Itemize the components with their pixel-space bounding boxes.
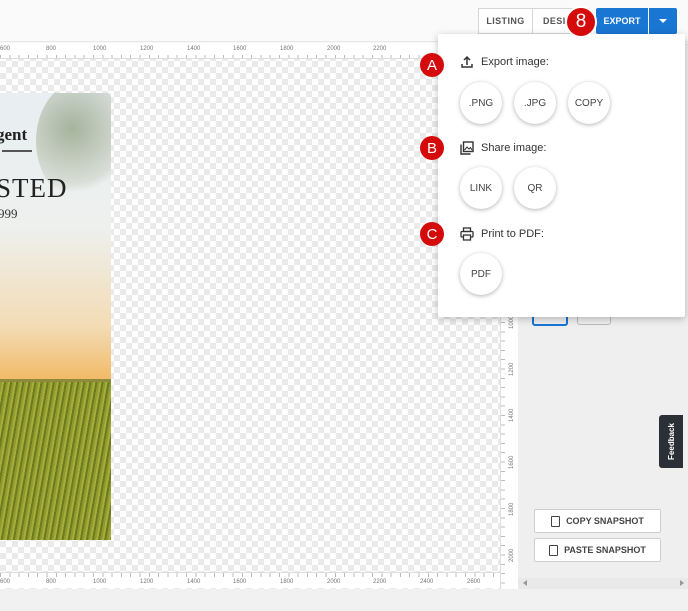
flyer-price: 999: [0, 206, 18, 221]
ruler-label: 600: [0, 46, 11, 52]
ruler-label: 1600: [233, 579, 247, 585]
share-image-header: Share image:: [460, 141, 546, 155]
ruler-label: 1400: [509, 408, 515, 422]
ruler-label: 800: [46, 46, 57, 52]
ruler-label: 2200: [373, 579, 387, 585]
step-marker: 8: [565, 6, 597, 38]
copy-icon: [551, 515, 561, 527]
ruler-label: 1200: [509, 362, 515, 376]
ruler-label: 1000: [93, 579, 107, 585]
wheat-field: [0, 382, 111, 540]
layout-option[interactable]: [577, 316, 611, 325]
ruler-label: 1200: [140, 579, 154, 585]
scroll-right-icon[interactable]: [680, 580, 684, 586]
export-image-header: Export image:: [460, 55, 549, 69]
tab-listing[interactable]: LISTING: [478, 8, 533, 34]
clipboard-icon: [549, 544, 559, 556]
ruler-label: 800: [46, 579, 57, 585]
layout-option-selected[interactable]: [532, 316, 568, 326]
export-button[interactable]: EXPORT: [596, 8, 648, 34]
ruler-label: 1400: [187, 579, 201, 585]
ruler-label: 1800: [280, 46, 294, 52]
listing-flyer-image[interactable]: gent STED 999: [0, 93, 111, 540]
share-image-label: Share image:: [481, 142, 547, 154]
ruler-label: 2400: [420, 579, 434, 585]
horizontal-scrollbar[interactable]: [518, 578, 688, 589]
ruler-label: 2000: [327, 46, 341, 52]
copy-snapshot-button[interactable]: COPY SNAPSHOT: [534, 509, 661, 533]
ruler-label: 1600: [509, 455, 515, 469]
export-image-label: Export image:: [481, 56, 549, 68]
ruler-label: 600: [0, 579, 11, 585]
ruler-label: 2600: [467, 579, 481, 585]
agent-tagline: [2, 150, 32, 152]
marker-b: B: [420, 136, 444, 160]
export-jpg-button[interactable]: .JPG: [514, 82, 556, 124]
share-link-button[interactable]: LINK: [460, 167, 502, 209]
marker-a: A: [420, 53, 444, 77]
upload-icon: [461, 55, 473, 68]
flyer-headline: STED: [0, 173, 68, 203]
feedback-tab[interactable]: Feedback: [659, 415, 683, 468]
ruler-label: 2000: [509, 548, 515, 562]
footer-bar: [0, 589, 688, 611]
copy-snapshot-label: COPY SNAPSHOT: [566, 516, 644, 526]
feedback-label: Feedback: [666, 423, 676, 460]
ruler-label: 1400: [187, 46, 201, 52]
ruler-label: 2000: [327, 579, 341, 585]
share-qr-button[interactable]: QR: [514, 167, 556, 209]
ruler-label: 1800: [280, 579, 294, 585]
marker-c: C: [420, 222, 444, 246]
print-pdf-label: Print to PDF:: [481, 228, 544, 240]
ruler-label: 1000: [509, 315, 515, 329]
printer-icon: [460, 227, 474, 241]
export-menu: Export image: .PNG .JPG COPY Share image…: [438, 34, 685, 317]
print-pdf-button[interactable]: PDF: [460, 253, 502, 295]
export-dropdown-toggle[interactable]: [649, 8, 677, 34]
ruler-label: 2200: [373, 46, 387, 52]
caret-down-icon: [659, 19, 667, 23]
scroll-left-icon[interactable]: [523, 580, 527, 586]
ruler-bottom: 600 800 1000 1200 1400 1600 1800 2000 22…: [0, 572, 500, 588]
paste-snapshot-button[interactable]: PASTE SNAPSHOT: [534, 538, 661, 562]
export-png-button[interactable]: .PNG: [460, 82, 502, 124]
ruler-label: 1800: [509, 502, 515, 516]
ruler-label: 1600: [233, 46, 247, 52]
paste-snapshot-label: PASTE SNAPSHOT: [564, 545, 646, 555]
agent-brand-text: gent: [0, 125, 28, 144]
gallery-icon: [460, 141, 474, 155]
copy-image-button[interactable]: COPY: [568, 82, 610, 124]
ruler-label: 1000: [93, 46, 107, 52]
ruler-label: 1200: [140, 46, 154, 52]
print-pdf-header: Print to PDF:: [460, 227, 544, 241]
